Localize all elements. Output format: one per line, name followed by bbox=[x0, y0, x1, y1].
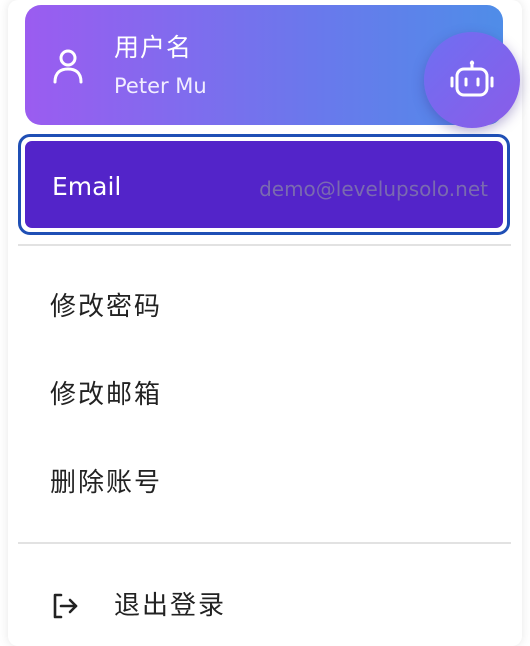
logout-item[interactable]: 退出登录 bbox=[50, 588, 226, 624]
robot-icon bbox=[450, 60, 494, 97]
email-value: demo@levelupsolo.net bbox=[259, 177, 488, 201]
logout-label: 退出登录 bbox=[114, 591, 227, 621]
email-menu-item[interactable]: Email demo@levelupsolo.net bbox=[18, 134, 510, 235]
divider bbox=[18, 244, 511, 246]
divider bbox=[18, 542, 511, 544]
logout-icon bbox=[53, 593, 78, 619]
change-password-item[interactable]: 修改密码 bbox=[50, 290, 162, 324]
user-icon bbox=[53, 49, 83, 84]
username-label: 用户名 bbox=[114, 33, 193, 62]
email-label: Email bbox=[52, 172, 122, 201]
delete-account-item[interactable]: 删除账号 bbox=[50, 466, 162, 500]
email-highlight: Email demo@levelupsolo.net bbox=[25, 141, 503, 228]
assistant-button[interactable] bbox=[424, 32, 520, 128]
change-email-item[interactable]: 修改邮箱 bbox=[50, 378, 162, 412]
username-value: Peter Mu bbox=[114, 74, 207, 98]
